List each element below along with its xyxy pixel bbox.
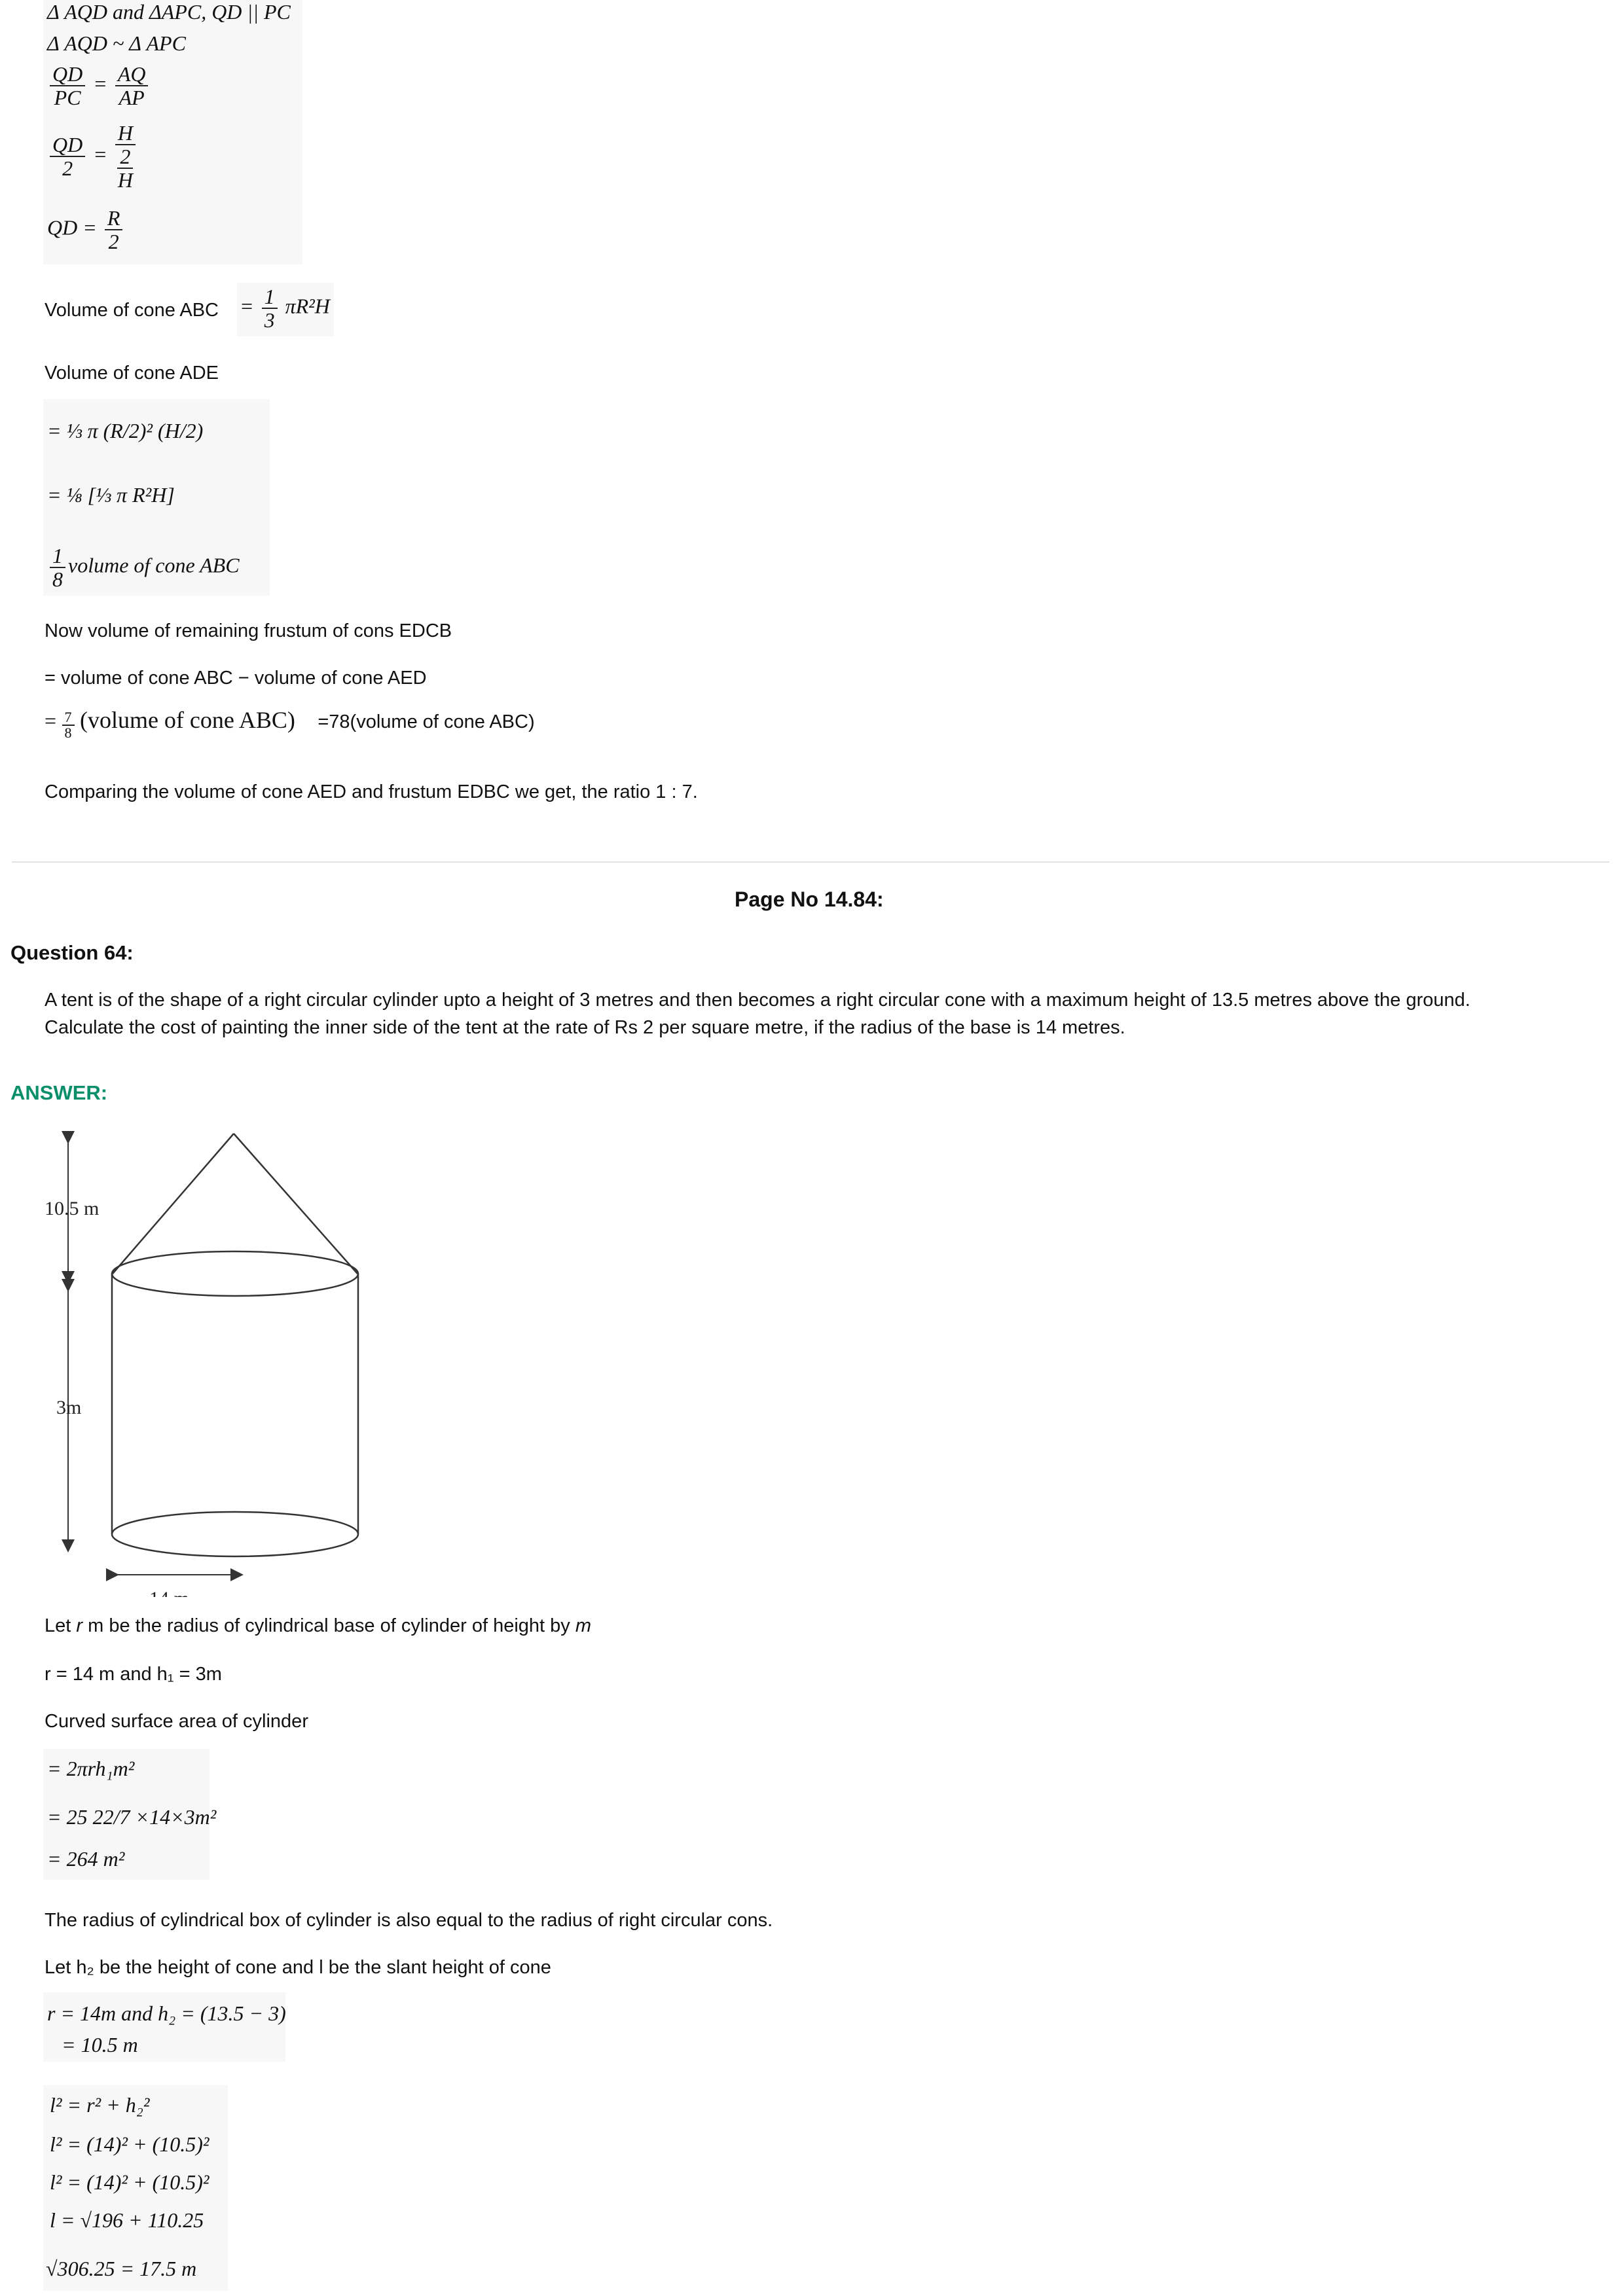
csa-cylinder-math: = 2πrh₁m² = 25 22/7 ×14×3m² = 264 m² xyxy=(43,1749,216,1880)
cone-height-math: r = 14m and h₂ = (13.5 − 3) = 10.5 m xyxy=(43,1992,286,2062)
page-number: Page No 14.84: xyxy=(735,888,884,911)
base-radius-label: 14 m xyxy=(149,1588,189,1597)
math-line: QD PC = AQ AP xyxy=(47,63,151,109)
volume-cone-ade-formula: = ⅓ π (R/2)² (H/2) = ⅛ [⅓ π R²H] 1 8 volum… xyxy=(43,399,270,596)
cone-height-label: 10.5 m xyxy=(45,1198,99,1219)
math-line: QD = R2 xyxy=(47,207,125,253)
frustum-line-3: = 78 (volume of cone ABC) =78(volume of … xyxy=(45,707,535,741)
cone-right-edge xyxy=(233,1133,358,1274)
volume-cone-abc-label: Volume of cone ABC xyxy=(45,300,219,321)
solution-line-3: Curved surface area of cylinder xyxy=(45,1711,308,1732)
cylinder-bottom-ellipse xyxy=(111,1511,359,1558)
math-line: QD 2 = H2H xyxy=(47,122,138,191)
slant-height-math: l² = r² + h₂² l² = (14)² + (10.5)² l² = … xyxy=(43,2085,228,2291)
cylinder-height-label: 3m xyxy=(56,1397,81,1418)
tent-figure: 10.5 m 3m 14 m xyxy=(45,1131,359,1597)
answer-label: ANSWER: xyxy=(10,1081,108,1104)
frustum-conclusion: Comparing the volume of cone AED and fru… xyxy=(45,781,698,802)
solution-line-5: Let h₂ be the height of cone and l be th… xyxy=(45,1957,551,1978)
cylinder-top-ellipse xyxy=(111,1250,359,1297)
section-divider xyxy=(12,861,1609,863)
question-text-line-1: A tent is of the shape of a right circul… xyxy=(45,990,1470,1011)
question-title: Question 64: xyxy=(10,941,134,964)
solution-line-1: Let r m be the radius of cylindrical bas… xyxy=(45,1615,592,1636)
math-line: Δ AQD ~ Δ APC xyxy=(47,31,186,55)
solution-line-4: The radius of cylindrical box of cylinde… xyxy=(45,1910,773,1931)
volume-cone-ade-label: Volume of cone ADE xyxy=(45,363,219,384)
frustum-line-2: = volume of cone ABC − volume of cone AE… xyxy=(45,668,427,689)
solution-line-2: r = 14 m and h₁ = 3m xyxy=(45,1664,222,1685)
question-text-line-2: Calculate the cost of painting the inner… xyxy=(45,1017,1125,1038)
frustum-line-1: Now volume of remaining frustum of cons … xyxy=(45,620,452,641)
similar-triangles-math: Δ AQD and ΔAPC, QD || PC Δ AQD ~ Δ APC Q… xyxy=(43,0,302,264)
volume-cone-abc-formula: = 13 πR²H xyxy=(237,283,334,336)
math-line: Δ AQD and ΔAPC, QD || PC xyxy=(47,0,291,24)
cone-left-edge xyxy=(112,1133,234,1274)
